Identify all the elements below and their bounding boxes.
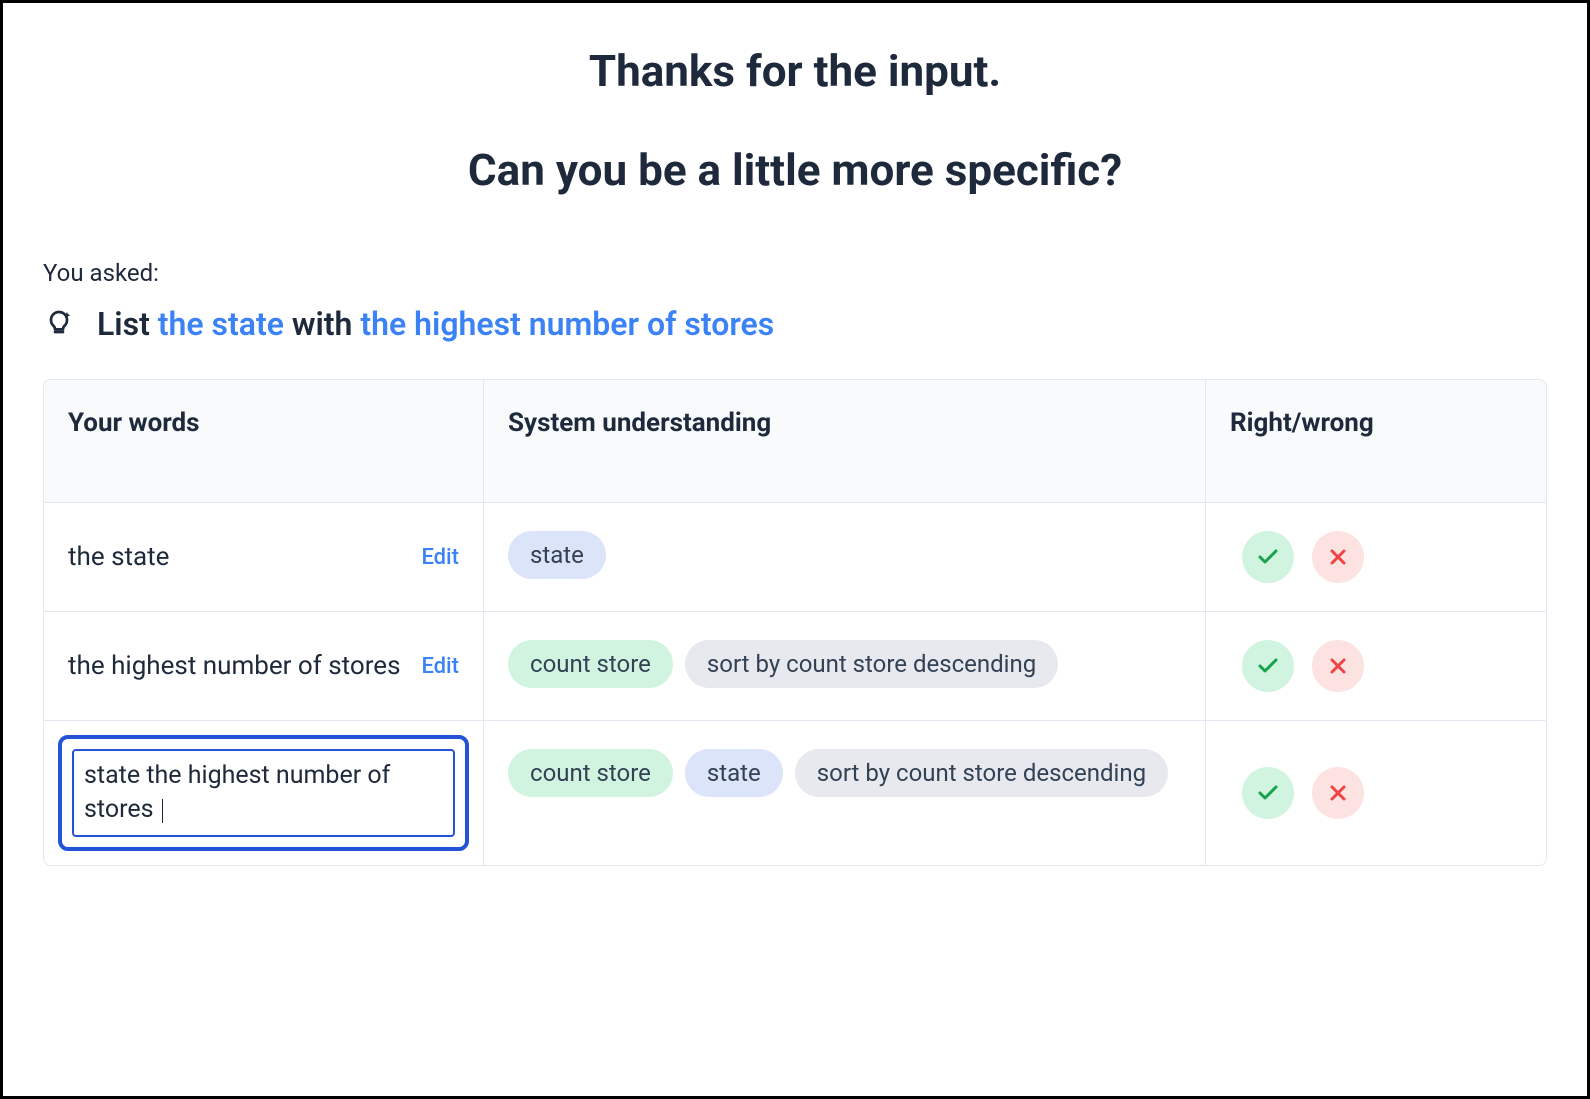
table-row: the state Edit state xyxy=(44,503,1546,612)
mark-wrong-button[interactable] xyxy=(1312,767,1364,819)
heading-block: Thanks for the input. Can you be a littl… xyxy=(43,43,1547,199)
heading-line-1: Thanks for the input. xyxy=(43,43,1547,100)
your-words-text: the highest number of stores xyxy=(68,648,401,684)
table-row: the highest number of stores Edit count … xyxy=(44,612,1546,721)
query-part-0: List xyxy=(97,305,158,343)
close-icon xyxy=(1326,654,1350,678)
check-icon xyxy=(1256,781,1280,805)
query-part-2: with xyxy=(284,305,360,343)
check-icon xyxy=(1256,545,1280,569)
chips-container: state xyxy=(508,531,1181,579)
chip-state[interactable]: state xyxy=(685,749,783,797)
heading-line-2: Can you be a little more specific? xyxy=(43,142,1547,199)
mark-wrong-button[interactable] xyxy=(1312,640,1364,692)
query-highlight-highest[interactable]: the highest number of stores xyxy=(360,305,774,343)
mark-wrong-button[interactable] xyxy=(1312,531,1364,583)
check-icon xyxy=(1256,654,1280,678)
close-icon xyxy=(1326,781,1350,805)
query-highlight-state[interactable]: the state xyxy=(158,305,284,343)
chip-sort-desc[interactable]: sort by count store descending xyxy=(795,749,1168,797)
column-header-system: System understanding xyxy=(508,408,1181,438)
query-text: List the state with the highest number o… xyxy=(97,305,774,343)
chip-count-store[interactable]: count store xyxy=(508,749,673,797)
chip-count-store[interactable]: count store xyxy=(508,640,673,688)
column-header-rightwrong: Right/wrong xyxy=(1230,408,1522,438)
understanding-table: Your words System understanding Right/wr… xyxy=(43,379,1547,866)
chips-container: count store sort by count store descendi… xyxy=(508,640,1181,688)
edit-link[interactable]: Edit xyxy=(421,545,459,570)
edit-box-focus-ring: state the highest number of stores xyxy=(58,735,469,851)
chips-container: count store state sort by count store de… xyxy=(508,749,1181,797)
chip-sort-desc[interactable]: sort by count store descending xyxy=(685,640,1058,688)
your-words-text: the state xyxy=(68,539,169,575)
table-row: state the highest number of stores count… xyxy=(44,721,1546,865)
table-header: Your words System understanding Right/wr… xyxy=(44,380,1546,503)
edit-link[interactable]: Edit xyxy=(421,654,459,679)
mark-correct-button[interactable] xyxy=(1242,767,1294,819)
sparkle-lightbulb-icon xyxy=(43,308,75,340)
mark-correct-button[interactable] xyxy=(1242,531,1294,583)
close-icon xyxy=(1326,545,1350,569)
column-header-words: Your words xyxy=(68,408,459,438)
you-asked-label: You asked: xyxy=(43,259,1547,287)
your-words-input[interactable]: state the highest number of stores xyxy=(72,749,455,837)
text-caret xyxy=(162,799,163,823)
mark-correct-button[interactable] xyxy=(1242,640,1294,692)
query-row: List the state with the highest number o… xyxy=(43,305,1547,343)
chip-state[interactable]: state xyxy=(508,531,606,579)
